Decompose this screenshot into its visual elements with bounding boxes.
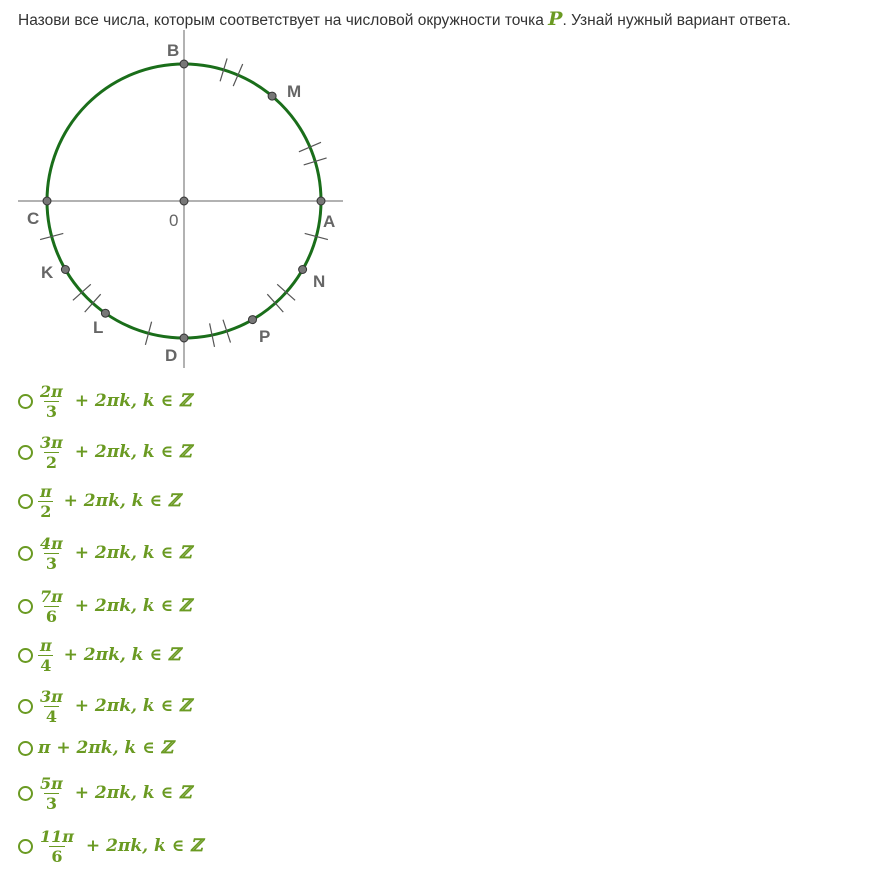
point-D xyxy=(179,333,189,343)
point-L xyxy=(100,308,110,318)
option-formula: 3π 4 + 2πk, k ∈ ℤ xyxy=(38,687,191,726)
label-M: M xyxy=(287,82,301,101)
point-N xyxy=(298,265,308,274)
unit-circle-figure: B M A C 0 K N L D P xyxy=(18,30,343,368)
answer-option[interactable]: 7π 6 + 2πk, k ∈ ℤ xyxy=(18,586,191,626)
formula-tail: + 2πk, k ∈ ℤ xyxy=(79,836,203,856)
fraction-numerator: 4π xyxy=(40,533,63,553)
label-K: K xyxy=(41,263,54,282)
formula-text: π + 2πk, k ∈ ℤ xyxy=(38,738,174,758)
option-formula: π + 2πk, k ∈ ℤ xyxy=(38,738,173,758)
fraction: 4π 3 xyxy=(38,534,65,573)
fraction-numerator: π xyxy=(40,481,52,501)
point-M xyxy=(267,91,277,101)
label-C: C xyxy=(27,209,39,228)
point-B xyxy=(179,59,189,69)
option-formula: 7π 6 + 2πk, k ∈ ℤ xyxy=(38,587,191,626)
answer-option[interactable]: π + 2πk, k ∈ ℤ xyxy=(18,728,173,768)
label-D: D xyxy=(165,346,177,365)
answer-option[interactable]: 3π 2 + 2πk, k ∈ ℤ xyxy=(18,432,191,472)
fraction-numerator: 11π xyxy=(40,826,74,846)
label-B: B xyxy=(167,41,179,60)
formula-tail: + 2πk, k ∈ ℤ xyxy=(68,596,192,616)
radio-button[interactable] xyxy=(18,493,33,509)
point-A xyxy=(316,196,326,206)
radio-button[interactable] xyxy=(18,698,33,714)
question-text-after: . Узнай нужный вариант ответа. xyxy=(562,12,791,29)
option-formula: 11π 6 + 2πk, k ∈ ℤ xyxy=(38,827,203,866)
label-zero: 0 xyxy=(169,211,178,230)
label-P: P xyxy=(259,327,270,346)
option-formula: 3π 2 + 2πk, k ∈ ℤ xyxy=(38,433,191,472)
fraction: π4 xyxy=(38,636,54,675)
fraction-denominator: 4 xyxy=(43,705,59,726)
fraction: 2π 3 xyxy=(38,382,65,421)
formula-tail: + 2πk, k ∈ ℤ xyxy=(68,543,192,563)
fraction-numerator: 7π xyxy=(40,586,63,606)
option-formula: π4 + 2πk, k ∈ ℤ xyxy=(38,636,180,675)
fraction-numerator: 3π xyxy=(40,432,63,452)
fraction: 5π 3 xyxy=(38,774,65,813)
fraction-denominator: 6 xyxy=(43,605,59,626)
point-K xyxy=(60,265,70,274)
point-origin xyxy=(179,196,189,206)
question-text: Назови все числа, которым соответствует … xyxy=(18,8,791,30)
fraction-denominator: 3 xyxy=(43,792,59,813)
answer-option[interactable]: π4 + 2πk, k ∈ ℤ xyxy=(18,635,180,675)
radio-button[interactable] xyxy=(18,647,33,663)
label-N: N xyxy=(313,272,325,291)
radio-button[interactable] xyxy=(18,838,33,854)
point-P xyxy=(248,315,257,325)
label-A: A xyxy=(323,212,335,231)
answer-option[interactable]: π2 + 2πk, k ∈ ℤ xyxy=(18,481,180,521)
fraction-denominator: 2 xyxy=(43,451,59,472)
fraction-numerator: π xyxy=(40,635,52,655)
question-variable: P xyxy=(548,8,563,30)
point-C xyxy=(42,196,52,206)
fraction-denominator: 3 xyxy=(43,552,59,573)
answer-option[interactable]: 3π 4 + 2πk, k ∈ ℤ xyxy=(18,686,191,726)
formula-tail: + 2πk, k ∈ ℤ xyxy=(57,491,181,511)
option-formula: 2π 3 + 2πk, k ∈ ℤ xyxy=(38,382,191,421)
fraction-numerator: 2π xyxy=(40,381,63,401)
formula-tail: + 2πk, k ∈ ℤ xyxy=(68,391,192,411)
option-formula: 4π 3 + 2πk, k ∈ ℤ xyxy=(38,534,191,573)
option-formula: 5π 3 + 2πk, k ∈ ℤ xyxy=(38,774,191,813)
label-L: L xyxy=(93,318,103,337)
formula-tail: + 2πk, k ∈ ℤ xyxy=(68,442,192,462)
question-text-before: Назови все числа, которым соответствует … xyxy=(18,12,549,29)
answer-option[interactable]: 5π 3 + 2πk, k ∈ ℤ xyxy=(18,773,191,813)
fraction-numerator: 3π xyxy=(40,686,63,706)
formula-tail: + 2πk, k ∈ ℤ xyxy=(57,645,181,665)
fraction-denominator: 6 xyxy=(49,845,65,866)
radio-button[interactable] xyxy=(18,444,33,460)
formula-tail: + 2πk, k ∈ ℤ xyxy=(68,783,192,803)
fraction: 3π 4 xyxy=(38,687,65,726)
fraction-denominator: 2 xyxy=(38,500,54,521)
fraction: π2 xyxy=(38,482,54,521)
fraction-denominator: 4 xyxy=(38,654,54,675)
answer-option[interactable]: 2π 3 + 2πk, k ∈ ℤ xyxy=(18,381,191,421)
radio-button[interactable] xyxy=(18,785,33,801)
fraction: 7π 6 xyxy=(38,587,65,626)
answer-option[interactable]: 11π 6 + 2πk, k ∈ ℤ xyxy=(18,826,203,866)
answer-option[interactable]: 4π 3 + 2πk, k ∈ ℤ xyxy=(18,533,191,573)
radio-button[interactable] xyxy=(18,393,33,409)
fraction: 11π 6 xyxy=(38,827,76,866)
radio-button[interactable] xyxy=(18,598,33,614)
radio-button[interactable] xyxy=(18,740,33,756)
fraction-denominator: 3 xyxy=(43,400,59,421)
fraction: 3π 2 xyxy=(38,433,65,472)
formula-tail: + 2πk, k ∈ ℤ xyxy=(68,696,192,716)
fraction-numerator: 5π xyxy=(40,773,63,793)
radio-button[interactable] xyxy=(18,545,33,561)
option-formula: π2 + 2πk, k ∈ ℤ xyxy=(38,482,180,521)
